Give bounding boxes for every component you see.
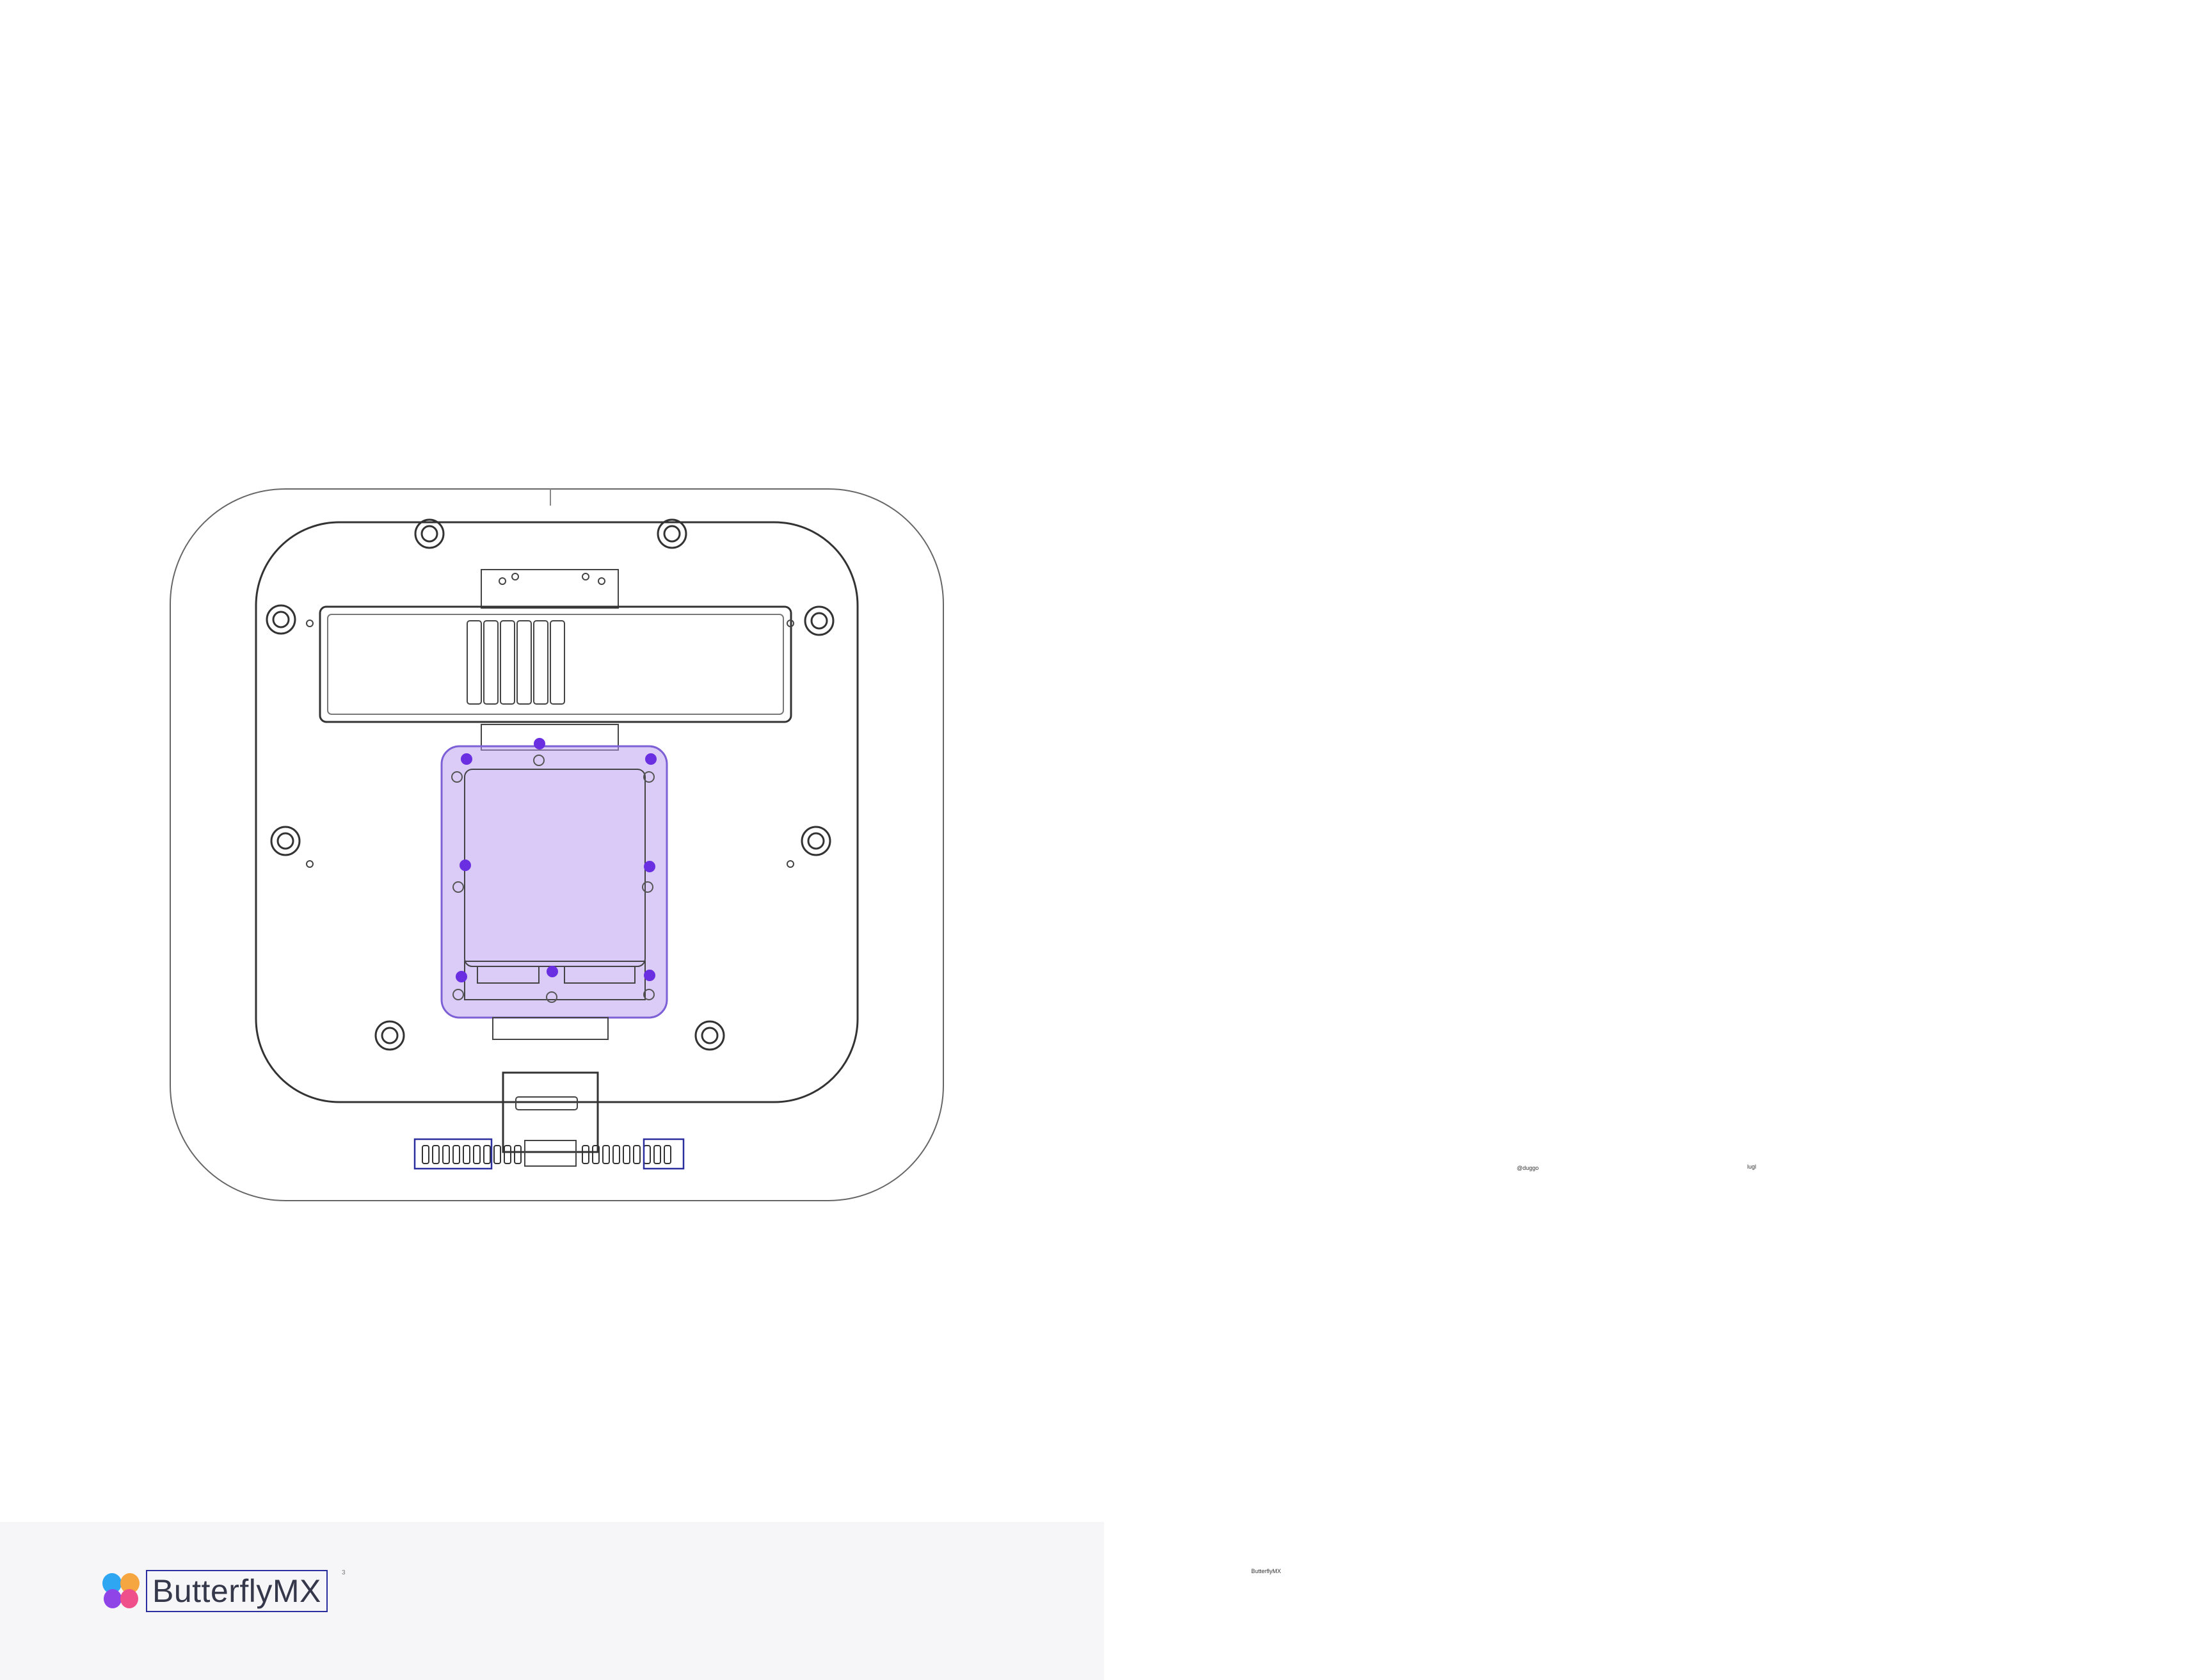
brand-superscript: 3 [342, 1569, 346, 1576]
brand-wordmark: ButterflyMX [146, 1570, 328, 1612]
device-back-drawing [160, 474, 954, 1229]
connector-fins [467, 620, 565, 705]
note-left: @duggo [1517, 1165, 1539, 1171]
butterfly-icon [102, 1573, 140, 1608]
brand-logo: ButterflyMX [101, 1567, 328, 1615]
bottom-vents [422, 1145, 671, 1164]
footer-brand-text: ButterflyMX [1251, 1568, 1281, 1574]
note-right: lugl [1747, 1164, 1757, 1170]
